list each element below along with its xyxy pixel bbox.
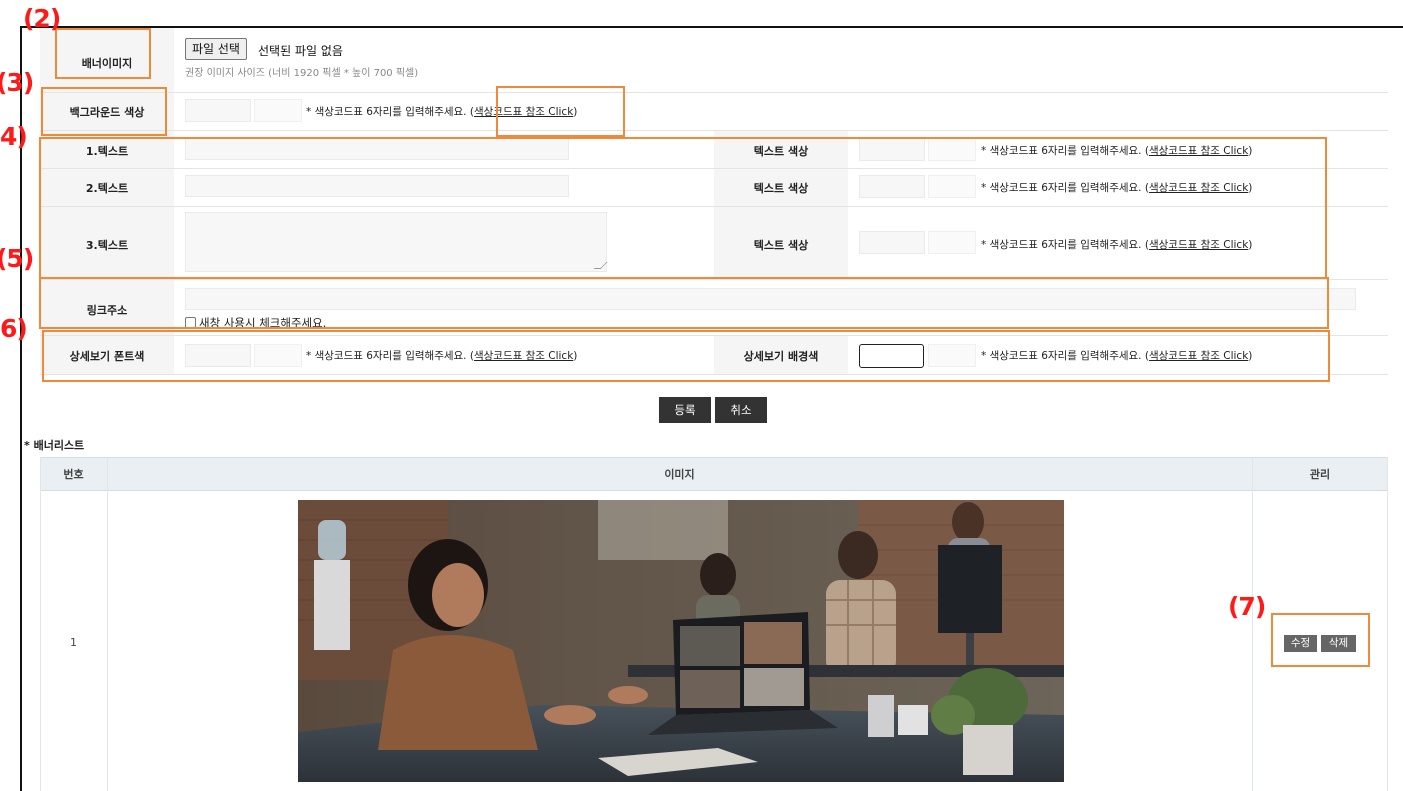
table-right-border [1387, 457, 1388, 791]
file-select-button[interactable]: 파일 선택 [185, 38, 247, 60]
annotation-box-3 [41, 87, 167, 136]
banner-list-title: * 배너리스트 [24, 439, 85, 452]
submit-button[interactable]: 등록 [659, 397, 711, 423]
annotation-box-4 [39, 137, 1327, 279]
row-number: 1 [70, 636, 77, 649]
annotation-number-3: (3) [0, 68, 34, 97]
annotation-box-5 [39, 277, 1329, 329]
table-column-divider [107, 457, 108, 791]
annotation-box-6 [42, 330, 1330, 382]
column-header-image: 이미지 [664, 468, 695, 481]
file-state-text: 선택된 파일 없음 [258, 44, 343, 58]
column-header-manage: 관리 [1309, 468, 1331, 481]
table-column-divider [1252, 457, 1253, 791]
table-left-border [40, 457, 41, 791]
image-size-hint: 권장 이미지 사이즈 (너비 1920 픽셀 * 높이 700 픽셀) [185, 68, 419, 79]
annotation-number-7: (7) [1228, 592, 1266, 621]
annotation-box-3-link [496, 86, 625, 137]
annotation-number-5: (5) [0, 244, 34, 273]
bg-color-input[interactable] [185, 99, 251, 122]
annotation-box-7 [1271, 613, 1370, 667]
banner-list-header: 번호 이미지 관리 [40, 457, 1388, 491]
annotation-number-2: (2) [23, 4, 61, 33]
annotation-number-6: 6) [0, 314, 28, 343]
frame-top-border [20, 26, 1403, 28]
bg-color-preview [254, 99, 302, 122]
annotation-number-4: 4) [0, 122, 28, 151]
row-divider [40, 92, 1388, 93]
annotation-box-2 [55, 28, 151, 79]
banner-image-thumbnail[interactable] [298, 500, 1064, 782]
column-header-number: 번호 [63, 468, 84, 481]
cancel-button[interactable]: 취소 [715, 397, 767, 423]
banner-photo-scene [298, 500, 1064, 782]
